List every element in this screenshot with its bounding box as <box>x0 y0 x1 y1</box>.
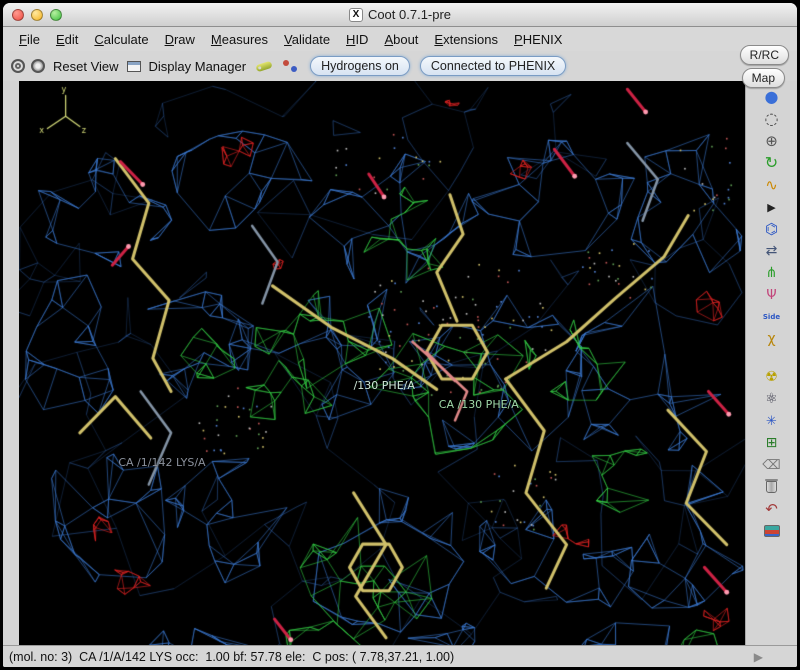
menu-about[interactable]: About <box>376 30 426 49</box>
window-title: X Coot 0.7.1-pre <box>349 7 451 22</box>
zoom-target-icon[interactable] <box>31 59 45 73</box>
left-gutter <box>3 81 19 645</box>
main-toolbar: Reset View Display Manager Hydrogens on … <box>3 51 797 81</box>
x11-icon: X <box>349 8 363 22</box>
side-chain-flip-icon[interactable]: Side <box>759 307 785 327</box>
menu-hid[interactable]: HID <box>338 30 376 49</box>
zoom-button[interactable] <box>50 9 62 21</box>
sphere-refine-icon[interactable]: ● <box>759 87 785 107</box>
menu-measures[interactable]: Measures <box>203 30 276 49</box>
status-text: (mol. no: 3) CA /1/A/142 LYS occ: 1.00 b… <box>9 650 454 664</box>
menu-extensions[interactable]: Extensions <box>426 30 506 49</box>
menu-validate[interactable]: Validate <box>276 30 338 49</box>
main-area: /130 PHE/ACA /130 PHE/ACA /1/142 LYS/A ●… <box>3 81 797 645</box>
close-button[interactable] <box>12 9 24 21</box>
map-button[interactable]: Map <box>742 68 785 88</box>
regularize-zone-icon[interactable]: ∿ <box>759 175 785 195</box>
add-terminal-residue-icon[interactable]: ✳ <box>759 411 785 431</box>
reset-view-button[interactable]: Reset View <box>51 59 121 74</box>
coot-window: X Coot 0.7.1-pre FileEditCalculateDrawMe… <box>2 2 798 668</box>
simple-mutate-icon[interactable]: ⚛ <box>759 389 785 409</box>
mutate-autofit-icon[interactable]: ☢ <box>759 367 785 387</box>
menu-phenix[interactable]: PHENIX <box>506 30 570 49</box>
canvas-area: /130 PHE/ACA /130 PHE/ACA /1/142 LYS/A <box>19 81 745 645</box>
clear-pick-icon[interactable]: ⌫ <box>759 455 785 475</box>
menu-bar: FileEditCalculateDrawMeasuresValidateHID… <box>3 27 797 51</box>
minimize-button[interactable] <box>31 9 43 21</box>
display-manager-button[interactable]: Display Manager <box>147 59 249 74</box>
menu-draw[interactable]: Draw <box>157 30 203 49</box>
display-manager-icon[interactable] <box>127 61 141 72</box>
place-atom-icon[interactable]: ⊞ <box>759 433 785 453</box>
rigid-body-fit-icon[interactable]: ⌬ <box>759 219 785 239</box>
dashed-circle-icon[interactable]: ◌ <box>759 109 785 129</box>
menu-file[interactable]: File <box>11 30 48 49</box>
right-toolbar: ●◌⊕↻∿▶⌬⇄⋔ΨSideχ ☢⚛✳⊞⌫ ↶ <box>745 81 797 645</box>
delete-item-icon[interactable] <box>759 477 785 497</box>
edit-chi-angles-icon[interactable]: χ <box>759 329 785 349</box>
rotate-translate-icon[interactable]: ⇄ <box>759 241 785 261</box>
fix-atoms-icon[interactable]: ▶ <box>759 197 785 217</box>
auto-fit-rotamer-icon[interactable]: ⋔ <box>759 263 785 283</box>
camera-target-icon[interactable] <box>11 59 25 73</box>
menu-edit[interactable]: Edit <box>48 30 86 49</box>
translate-view-icon[interactable]: ⊕ <box>759 131 785 151</box>
bond-tool-icon[interactable] <box>282 59 298 73</box>
status-expander-icon[interactable]: ▶ <box>754 650 763 664</box>
rrc-button[interactable]: R/RC <box>740 45 789 65</box>
hydrogens-toggle-button[interactable]: Hydrogens on <box>310 56 410 76</box>
status-bar: (mol. no: 3) CA /1/A/142 LYS occ: 1.00 b… <box>3 645 797 667</box>
key-icon[interactable] <box>255 60 272 72</box>
undo-icon[interactable]: ↶ <box>759 499 785 519</box>
issues-flag-icon[interactable] <box>759 521 785 541</box>
phenix-status-button[interactable]: Connected to PHENIX <box>420 56 566 76</box>
title-bar[interactable]: X Coot 0.7.1-pre <box>3 3 797 27</box>
rotamers-icon[interactable]: Ψ <box>759 285 785 305</box>
menu-calculate[interactable]: Calculate <box>86 30 156 49</box>
gl-canvas[interactable] <box>19 81 745 645</box>
window-title-text: Coot 0.7.1-pre <box>368 7 451 22</box>
real-space-refine-icon[interactable]: ↻ <box>759 153 785 173</box>
traffic-lights <box>12 9 62 21</box>
